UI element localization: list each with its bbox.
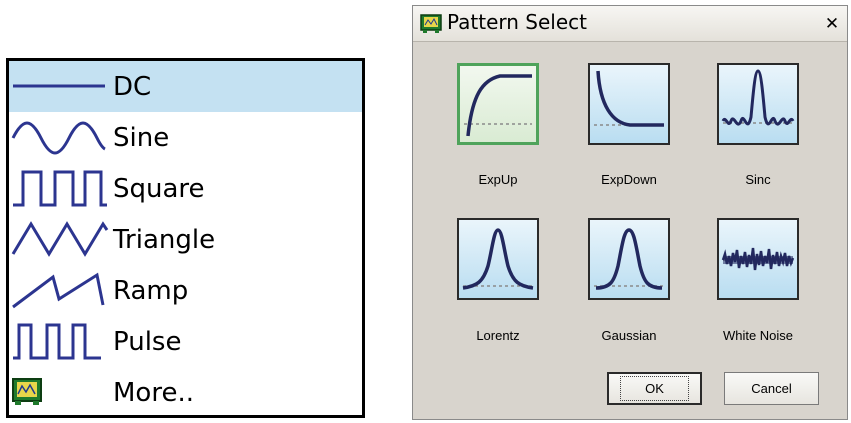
close-icon: ✕ bbox=[824, 14, 840, 34]
menu-item-label: Sine bbox=[113, 122, 170, 153]
white-noise-icon bbox=[721, 247, 795, 271]
menu-item-pulse[interactable]: Pulse bbox=[9, 316, 362, 367]
pattern-label: ExpUp bbox=[478, 172, 518, 187]
square-wave-icon bbox=[9, 163, 109, 214]
pattern-button-lorentz[interactable] bbox=[457, 218, 539, 300]
pattern-button-gaussian[interactable] bbox=[588, 218, 670, 300]
pattern-button-expdown[interactable] bbox=[588, 63, 670, 145]
pattern-label: ExpDown bbox=[601, 172, 657, 187]
ok-button-label: OK bbox=[620, 376, 689, 401]
exp-up-icon bbox=[464, 74, 532, 137]
menu-item-label: Square bbox=[113, 173, 205, 204]
menu-item-square[interactable]: Square bbox=[9, 163, 362, 214]
pattern-button-sinc[interactable] bbox=[717, 63, 799, 145]
triangle-wave-icon bbox=[9, 214, 109, 265]
menu-item-ramp[interactable]: Ramp bbox=[9, 265, 362, 316]
pulse-wave-icon bbox=[9, 316, 109, 367]
cancel-button[interactable]: Cancel bbox=[724, 372, 819, 405]
pattern-label: White Noise bbox=[722, 328, 794, 343]
menu-item-sine[interactable]: Sine bbox=[9, 112, 362, 163]
sinc-icon bbox=[721, 69, 795, 126]
ok-button[interactable]: OK bbox=[607, 372, 702, 405]
menu-item-label: Triangle bbox=[113, 224, 216, 255]
ramp-wave-icon bbox=[9, 265, 109, 316]
pattern-app-icon bbox=[9, 367, 109, 418]
pattern-button-expup[interactable] bbox=[457, 63, 539, 145]
cancel-button-label: Cancel bbox=[751, 381, 792, 396]
gaussian-icon bbox=[594, 228, 664, 290]
exp-down-icon bbox=[594, 70, 664, 127]
dialog-titlebar[interactable]: Pattern Select ✕ bbox=[413, 6, 847, 42]
sine-wave-icon bbox=[9, 112, 109, 163]
dialog-title: Pattern Select bbox=[447, 10, 588, 34]
pattern-label: Sinc bbox=[745, 172, 771, 187]
close-button[interactable]: ✕ bbox=[823, 15, 841, 33]
menu-item-more[interactable]: More.. bbox=[9, 367, 362, 418]
menu-item-triangle[interactable]: Triangle bbox=[9, 214, 362, 265]
menu-item-label: More.. bbox=[113, 377, 194, 408]
pattern-label: Gaussian bbox=[601, 328, 657, 343]
menu-item-dc[interactable]: DC bbox=[9, 61, 362, 112]
pattern-select-dialog: Pattern Select ✕ ExpUp ExpDown Sinc Lore… bbox=[412, 5, 848, 420]
lorentz-icon bbox=[462, 228, 534, 290]
menu-item-label: Pulse bbox=[113, 326, 182, 357]
menu-item-label: Ramp bbox=[113, 275, 189, 306]
pattern-label: Lorentz bbox=[476, 328, 520, 343]
pattern-button-white-noise[interactable] bbox=[717, 218, 799, 300]
waveform-menu: DC Sine Square Triangle Ramp Pulse More.… bbox=[6, 58, 365, 418]
menu-item-label: DC bbox=[113, 71, 152, 102]
dc-wave-icon bbox=[9, 61, 109, 112]
pattern-app-icon bbox=[420, 14, 442, 38]
